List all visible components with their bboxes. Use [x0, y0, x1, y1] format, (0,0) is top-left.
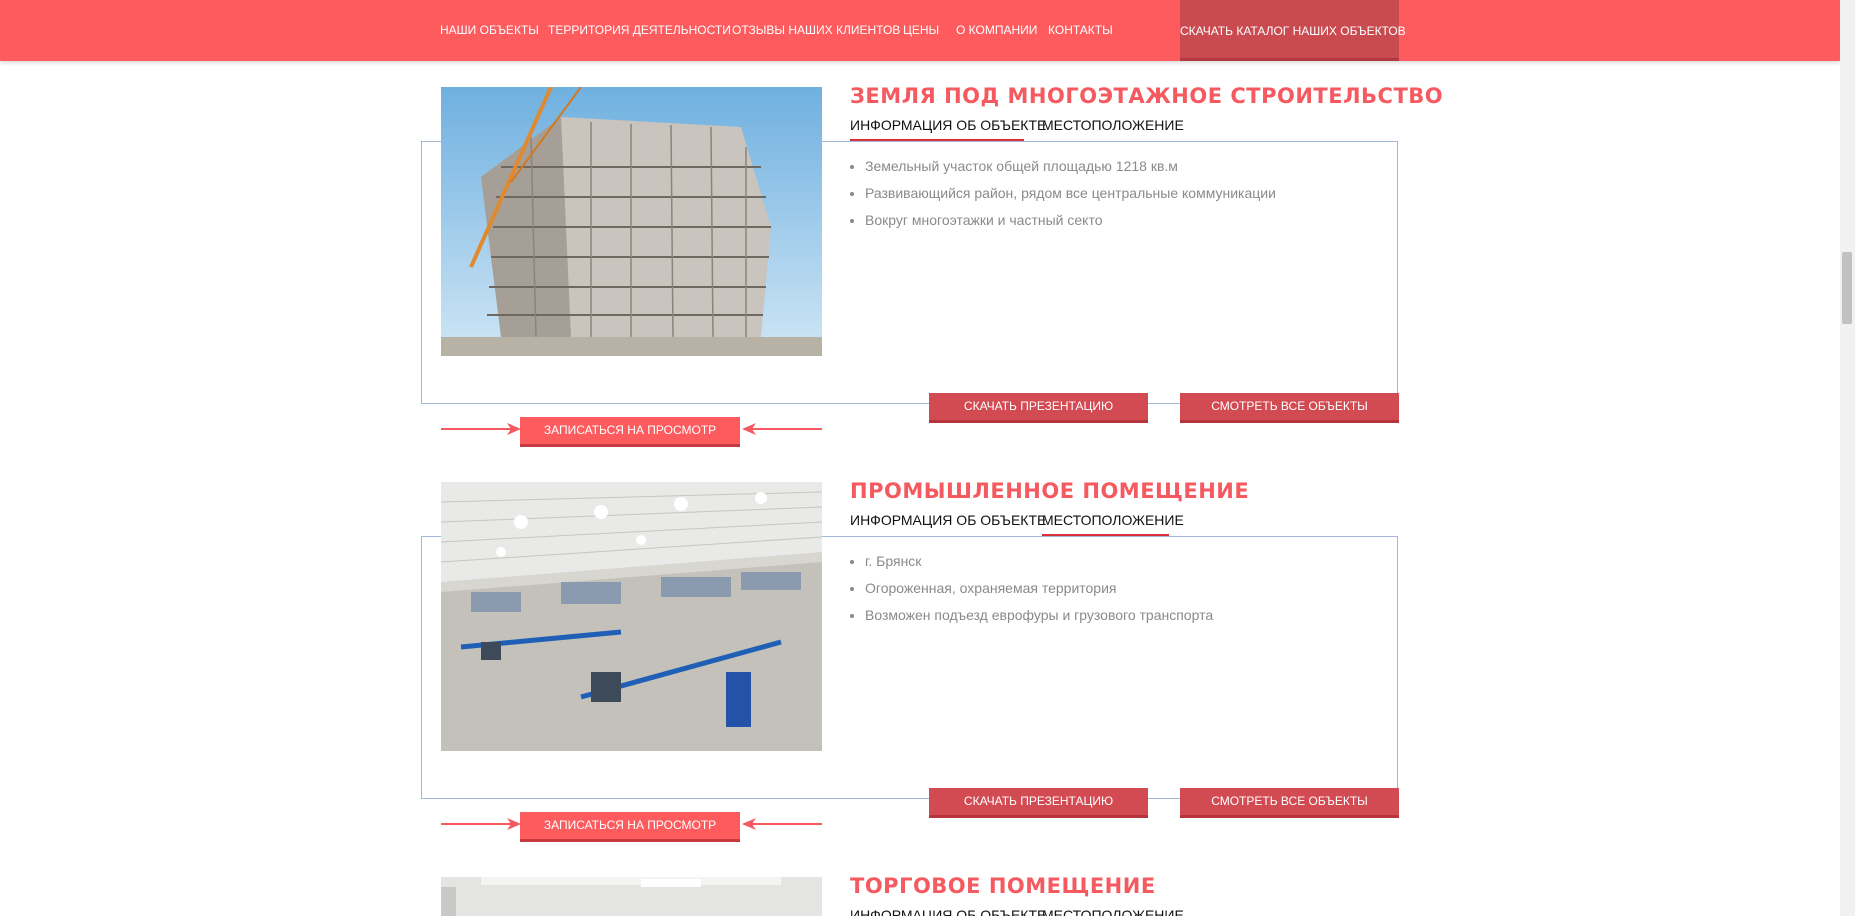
top-navbar: НАШИ ОБЪЕКТЫ ТЕРРИТОРИЯ ДЕЯТЕЛЬНОСТИ ОТЗ…	[0, 0, 1840, 61]
download-presentation-button[interactable]: СКАЧАТЬ ПРЕЗЕНТАЦИЮ	[929, 393, 1148, 423]
tab-object-info[interactable]: ИНФОРМАЦИЯ ОБ ОБЪЕКТЕ	[850, 117, 1046, 141]
scrollbar-thumb[interactable]	[1842, 252, 1852, 324]
nav-reviews[interactable]: ОТЗЫВЫ НАШИХ КЛИЕНТОВ	[732, 0, 900, 61]
vertical-scrollbar[interactable]	[1840, 0, 1855, 916]
view-all-objects-button[interactable]: СМОТРЕТЬ ВСЕ ОБЪЕКТЫ	[1180, 393, 1399, 423]
download-presentation-button[interactable]: СКАЧАТЬ ПРЕЗЕНТАЦИЮ	[929, 788, 1148, 818]
signup-viewing-button[interactable]: ЗАПИСАТЬСЯ НА ПРОСМОТР	[520, 812, 740, 842]
nav-territory[interactable]: ТЕРРИТОРИЯ ДЕЯТЕЛЬНОСТИ	[548, 0, 731, 61]
list-item: Возможен подъезд еврофуры и грузового тр…	[865, 602, 1213, 629]
tab-object-info[interactable]: ИНФОРМАЦИЯ ОБ ОБЪЕКТЕ	[850, 512, 1046, 536]
object-features-list: г. Брянск Огороженная, охраняемая террит…	[850, 548, 1213, 629]
object-card: ЗЕМЛЯ ПОД МНОГОЭТАЖНОЕ СТРОИТЕЛЬСТВО ИНФ…	[0, 84, 1840, 482]
nav-contacts[interactable]: КОНТАКТЫ	[1048, 0, 1113, 61]
object-features-list: Земельный участок общей площадью 1218 кв…	[850, 153, 1276, 234]
tab-location[interactable]: МЕСТОПОЛОЖЕНИЕ	[1042, 512, 1184, 536]
tab-object-info[interactable]: ИНФОРМАЦИЯ ОБ ОБЪЕКТЕ	[850, 907, 1046, 916]
object-title: ТОРГОВОЕ ПОМЕЩЕНИЕ	[850, 877, 1156, 898]
object-title: ЗЕМЛЯ ПОД МНОГОЭТАЖНОЕ СТРОИТЕЛЬСТВО	[850, 84, 1444, 108]
list-item: Вокруг многоэтажки и частный секто	[865, 207, 1276, 234]
arrow-right-icon	[441, 818, 521, 830]
nav-prices[interactable]: ЦЕНЫ	[903, 0, 939, 61]
object-card: ТОРГОВОЕ ПОМЕЩЕНИЕ ИНФОРМАЦИЯ ОБ ОБЪЕКТЕ…	[0, 877, 1840, 916]
object-title: ПРОМЫШЛЕННОЕ ПОМЕЩЕНИЕ	[850, 479, 1250, 503]
arrow-right-icon	[441, 423, 521, 435]
list-item: Развивающийся район, рядом все центральн…	[865, 180, 1276, 207]
nav-about[interactable]: О КОМПАНИИ	[956, 0, 1037, 61]
list-item: Огороженная, охраняемая территория	[865, 575, 1213, 602]
object-card: ПРОМЫШЛЕННОЕ ПОМЕЩЕНИЕ ИНФОРМАЦИЯ ОБ ОБЪ…	[0, 479, 1840, 877]
object-photo-retail	[441, 877, 822, 916]
signup-viewing-button[interactable]: ЗАПИСАТЬСЯ НА ПРОСМОТР	[520, 417, 740, 447]
download-catalog-button[interactable]: СКАЧАТЬ КАТАЛОГ НАШИХ ОБЪЕКТОВ	[1180, 0, 1406, 61]
list-item: Земельный участок общей площадью 1218 кв…	[865, 153, 1276, 180]
object-photo-construction	[441, 87, 822, 356]
tab-location[interactable]: МЕСТОПОЛОЖЕНИЕ	[1042, 117, 1184, 141]
list-item: г. Брянск	[865, 548, 1213, 575]
view-all-objects-button[interactable]: СМОТРЕТЬ ВСЕ ОБЪЕКТЫ	[1180, 788, 1399, 818]
object-photo-industrial	[441, 482, 822, 751]
arrow-left-icon	[742, 818, 822, 830]
arrow-left-icon	[742, 423, 822, 435]
tab-location[interactable]: МЕСТОПОЛОЖЕНИЕ	[1042, 907, 1184, 916]
nav-our-objects[interactable]: НАШИ ОБЪЕКТЫ	[440, 0, 539, 61]
